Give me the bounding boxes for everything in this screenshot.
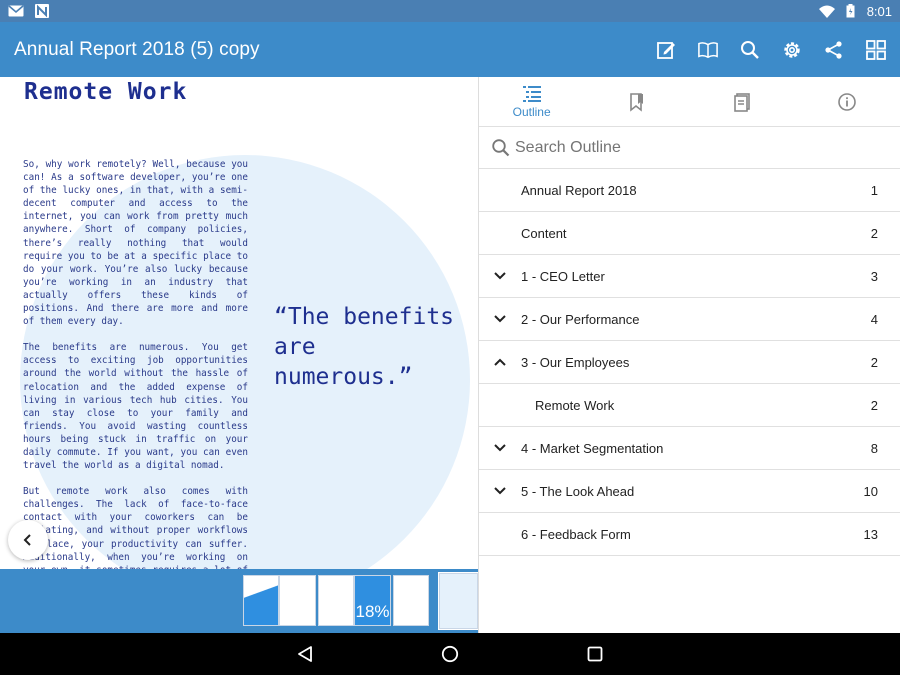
previous-page-button[interactable]	[8, 520, 48, 560]
tab-outline-label: Outline	[512, 104, 551, 119]
page-thumbnail-current[interactable]	[439, 573, 478, 629]
thumbnail-stat: 18%	[355, 602, 390, 621]
page-thumbnail[interactable]	[279, 575, 316, 626]
outline-item-page: 2	[870, 397, 878, 413]
page-thumbnail[interactable]	[243, 575, 279, 626]
chevron-down-icon[interactable]	[479, 443, 521, 453]
gmail-icon	[8, 4, 24, 18]
tab-outline[interactable]: Outline	[479, 77, 584, 126]
search-outline-input[interactable]	[515, 138, 875, 157]
body-paragraph: The benefits are numerous. You get acces…	[23, 342, 248, 472]
outline-item[interactable]: 5 - The Look Ahead 10	[479, 470, 900, 513]
outline-item[interactable]: 4 - Market Segmentation 8	[479, 427, 900, 470]
body-paragraph: But remote work also comes with challeng…	[23, 486, 248, 569]
page-thumbnail[interactable]: 18%	[354, 575, 391, 626]
back-icon[interactable]	[295, 644, 315, 664]
grid-icon[interactable]	[866, 39, 886, 60]
book-icon[interactable]	[698, 40, 718, 60]
list-icon	[522, 85, 541, 102]
outline-item-page: 10	[863, 483, 878, 499]
battery-icon	[843, 4, 859, 18]
outline-item[interactable]: 1 - CEO Letter 3	[479, 255, 900, 298]
document-title: Annual Report 2018 (5) copy	[14, 38, 260, 60]
outline-item[interactable]: 2 - Our Performance 4	[479, 298, 900, 341]
annotations-icon	[734, 92, 750, 112]
outline-item-page: 1	[870, 182, 878, 198]
outline-item-label: 5 - The Look Ahead	[521, 483, 635, 499]
outline-item[interactable]: Content 2	[479, 212, 900, 255]
recents-icon[interactable]	[585, 644, 605, 664]
outline-item-page: 2	[870, 225, 878, 241]
search-icon[interactable]	[740, 40, 760, 60]
bookmark-icon	[630, 92, 643, 112]
outline-item-page: 13	[863, 526, 878, 542]
outline-item-label: 6 - Feedback Form	[521, 526, 631, 542]
outline-panel: Outline Annual Report 2018 1 Content 2 1…	[478, 77, 900, 633]
edit-icon[interactable]	[656, 40, 676, 60]
tab-annotations[interactable]	[690, 77, 795, 126]
outline-item-label: 4 - Market Segmentation	[521, 440, 664, 456]
outline-item-page: 3	[870, 268, 878, 284]
info-icon	[838, 92, 857, 111]
body-paragraph: So, why work remotely? Well, because you…	[23, 159, 248, 328]
status-bar: 8:01	[0, 0, 900, 22]
page-thumbnail[interactable]	[393, 575, 429, 626]
outline-item[interactable]: 3 - Our Employees 2	[479, 341, 900, 384]
wifi-icon	[818, 4, 835, 18]
status-time: 8:01	[866, 3, 892, 19]
outline-item[interactable]: Annual Report 2018 1	[479, 169, 900, 212]
chevron-left-icon	[23, 534, 31, 546]
chevron-down-icon[interactable]	[479, 271, 521, 281]
outline-item-page: 2	[870, 354, 878, 370]
outline-item-label: Annual Report 2018	[521, 182, 637, 198]
chevron-down-icon[interactable]	[479, 314, 521, 324]
outline-item-label: 1 - CEO Letter	[521, 268, 605, 284]
outline-item-page: 4	[870, 311, 878, 327]
outline-subitem[interactable]: Remote Work 2	[479, 384, 900, 427]
app-bar: Annual Report 2018 (5) copy	[0, 22, 900, 77]
chevron-up-icon[interactable]	[479, 357, 521, 367]
pull-quote: “The benefits are numerous.”	[274, 304, 455, 390]
search-icon	[492, 138, 510, 156]
page-body: So, why work remotely? Well, because you…	[23, 158, 248, 569]
system-nav-bar	[0, 633, 900, 675]
tab-info[interactable]	[795, 77, 900, 126]
outline-list: Annual Report 2018 1 Content 2 1 - CEO L…	[479, 169, 900, 556]
outline-search-bar	[479, 127, 900, 169]
share-icon[interactable]	[824, 40, 844, 60]
tab-bookmarks[interactable]	[584, 77, 689, 126]
thumbnail-strip[interactable]: 18%	[0, 569, 478, 633]
chevron-down-icon[interactable]	[479, 486, 521, 496]
notification-n-icon	[34, 4, 50, 18]
outline-item-label: 3 - Our Employees	[521, 354, 630, 370]
page-thumbnail[interactable]	[318, 575, 354, 626]
document-page[interactable]: Remote Work So, why work remotely? Well,…	[0, 77, 478, 569]
outline-item[interactable]: 6 - Feedback Form 13	[479, 513, 900, 556]
outline-item-label: Content	[521, 225, 567, 241]
home-icon[interactable]	[440, 644, 460, 664]
gear-icon[interactable]	[782, 40, 802, 60]
outline-item-label: Remote Work	[535, 397, 615, 413]
outline-item-label: 2 - Our Performance	[521, 311, 640, 327]
panel-tabs: Outline	[479, 77, 900, 127]
outline-item-page: 8	[870, 440, 878, 456]
page-heading: Remote Work	[24, 79, 188, 105]
